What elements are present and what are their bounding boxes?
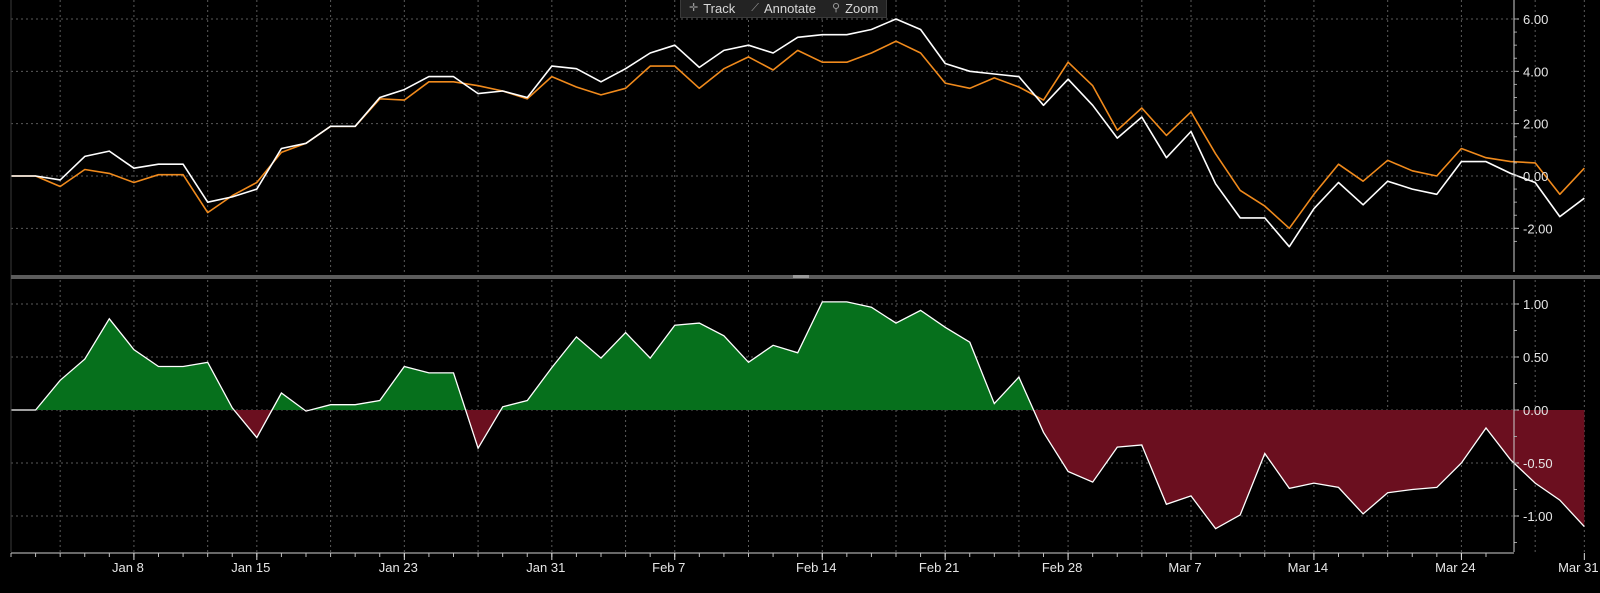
x-tick-label: Jan 8 <box>112 560 144 575</box>
series-line-orange <box>11 40 1585 230</box>
x-tick-label: Feb 14 <box>796 560 836 575</box>
area-layer <box>11 301 1585 529</box>
y-tick-label: 1.00 <box>1523 297 1548 312</box>
x-tick-label: Mar 7 <box>1168 560 1201 575</box>
annotate-label: Annotate <box>763 1 816 16</box>
x-tick-label: Mar 14 <box>1288 560 1328 575</box>
x-tick-label: Feb 28 <box>1042 560 1082 575</box>
y-tick-label: -0.50 <box>1523 456 1553 471</box>
y-tick-label: 0.50 <box>1523 350 1548 365</box>
x-tick-label: Jan 31 <box>526 560 565 575</box>
track-button[interactable]: ✛ Track <box>681 0 743 17</box>
crosshair-icon: ✛ <box>689 2 699 14</box>
x-tick-label: Feb 21 <box>919 560 959 575</box>
negative-area <box>11 410 1585 529</box>
y-tick-label: 4.00 <box>1523 64 1548 79</box>
track-label: Track <box>703 1 736 16</box>
y-tick-label: -1.00 <box>1523 509 1553 524</box>
y-tick-label: 2.00 <box>1523 117 1548 132</box>
x-tick-label: Jan 23 <box>379 560 418 575</box>
annotate-button[interactable]: ⟋ Annotate <box>743 0 824 17</box>
chart-toolbar: ✛ Track ⟋ Annotate ⚲ Zoom <box>680 0 888 18</box>
x-tick-label: Feb 7 <box>652 560 685 575</box>
chart-canvas[interactable]: -2.00 0.00 2.00 4.00 6.00 1.00 0.50 0.00 -0.50 -1… <box>0 0 1600 593</box>
x-tick-label: Jan 15 <box>231 560 270 575</box>
magnifier-icon: ⚲ <box>832 2 841 14</box>
y-tick-label: -2.00 <box>1523 221 1553 236</box>
positive-area <box>11 301 1585 410</box>
series-line-white <box>11 18 1585 248</box>
x-tick-label: Mar 24 <box>1435 560 1475 575</box>
y-tick-label: 0.00 <box>1523 169 1548 184</box>
pencil-icon: ⟋ <box>751 2 759 14</box>
y-tick-label: 0.00 <box>1523 403 1548 418</box>
divider-handle <box>793 275 809 278</box>
y-tick-label: 6.00 <box>1523 12 1548 27</box>
zoom-button[interactable]: ⚲ Zoom <box>824 0 886 17</box>
x-tick-label: Mar 31 <box>1558 560 1598 575</box>
zoom-label: Zoom <box>845 1 879 16</box>
